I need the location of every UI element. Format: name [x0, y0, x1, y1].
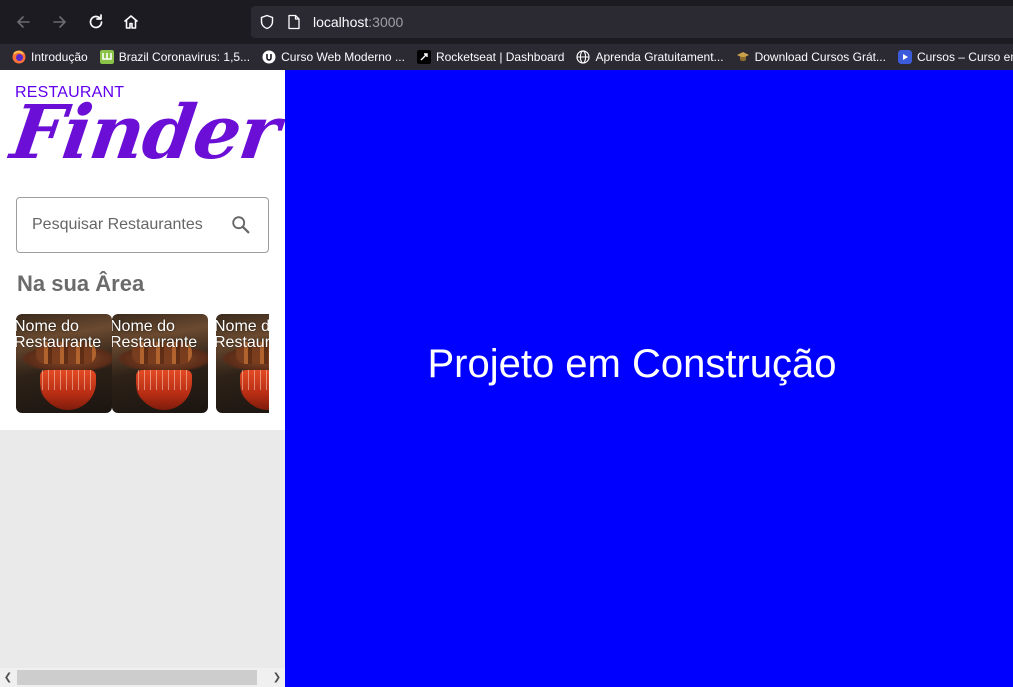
browser-toolbar: localhost:3000 [0, 0, 1013, 44]
url-text[interactable]: localhost:3000 [313, 14, 403, 30]
restaurant-carousel[interactable]: Nome do Restaurante Nome do Restaurante … [16, 314, 269, 414]
address-bar[interactable]: localhost:3000 [251, 6, 1013, 38]
scroll-right-arrow-icon[interactable]: ❯ [272, 672, 282, 683]
grill-grate-image [138, 370, 190, 390]
bookmark-aprenda-gratuitamente[interactable]: Aprenda Gratuitament... [570, 46, 729, 68]
restaurant-name: Nome do Restaurante [216, 318, 269, 351]
forward-button[interactable] [48, 10, 72, 34]
bookmark-curso-web-moderno[interactable]: Curso Web Moderno ... [256, 46, 411, 68]
restaurant-card[interactable]: Nome do Restaurante [216, 314, 269, 413]
main-content: Projeto em Construção [285, 70, 1013, 687]
bookmark-cursos-curso-em[interactable]: Cursos – Curso em [892, 46, 1013, 68]
sidebar: RESTAURANT Finder Na sua Ârea Nome do Re… [0, 70, 285, 687]
curso-em-video-icon [897, 50, 912, 64]
cod3r-icon [262, 50, 276, 64]
scroll-left-arrow-icon[interactable]: ❮ [3, 672, 13, 683]
reload-icon [89, 14, 103, 29]
restaurant-card[interactable]: Nome do Restaurante [112, 314, 208, 413]
bookmark-brazil-coronavirus[interactable]: Brazil Coronavirus: 1,5... [94, 46, 256, 68]
bookmark-label: Introdução [31, 50, 88, 64]
restaurant-name: Nome do Restaurante [112, 318, 198, 351]
url-host: localhost [313, 14, 369, 30]
bookmark-label: Rocketseat | Dashboard [435, 50, 565, 64]
grill-grate-image [242, 370, 269, 390]
restaurant-name: Nome do Restaurante [16, 318, 102, 351]
bookmark-label: Aprenda Gratuitament... [595, 50, 724, 64]
search-box[interactable] [16, 197, 269, 253]
reload-button[interactable] [84, 10, 108, 34]
bookmark-label: Brazil Coronavirus: 1,5... [118, 50, 251, 64]
search-input[interactable] [32, 215, 222, 235]
restaurant-card[interactable]: Nome do Restaurante [16, 314, 112, 413]
url-port: :3000 [368, 14, 404, 30]
horizontal-scrollbar[interactable]: ❮ ❯ [0, 668, 285, 687]
rocketseat-icon [416, 50, 431, 64]
sidebar-panel: RESTAURANT Finder Na sua Ârea Nome do Re… [0, 70, 285, 430]
bookmark-label: Curso Web Moderno ... [281, 50, 405, 64]
page-icon[interactable] [287, 14, 301, 30]
arrow-right-icon [53, 16, 67, 28]
construction-message: Projeto em Construção [427, 342, 837, 386]
bookmark-label: Download Cursos Grát... [754, 50, 886, 64]
arrow-left-icon [16, 16, 30, 28]
back-button[interactable] [11, 10, 35, 34]
bookmark-rocketseat[interactable]: Rocketseat | Dashboard [411, 46, 571, 68]
bookmark-introducao[interactable]: Introdução [0, 46, 94, 68]
bookmarks-bar: Introdução Brazil Coronavirus: 1,5... Cu… [0, 44, 1013, 70]
firefox-icon [12, 50, 26, 64]
graduation-cap-icon [736, 52, 749, 62]
worldometer-icon [99, 50, 114, 64]
page-viewport: RESTAURANT Finder Na sua Ârea Nome do Re… [0, 70, 1013, 687]
logo-title: Finder [5, 90, 285, 176]
grill-grate-image [42, 370, 94, 390]
search-icon[interactable] [230, 214, 252, 236]
home-icon [123, 15, 139, 29]
shield-icon[interactable] [259, 14, 275, 30]
scrollbar-thumb[interactable] [17, 670, 257, 685]
globe-icon [576, 50, 591, 64]
bookmark-download-cursos[interactable]: Download Cursos Grát... [730, 46, 892, 68]
section-title: Na sua Ârea [17, 271, 145, 296]
bookmark-label: Cursos – Curso em [916, 50, 1013, 64]
home-button[interactable] [119, 10, 143, 34]
